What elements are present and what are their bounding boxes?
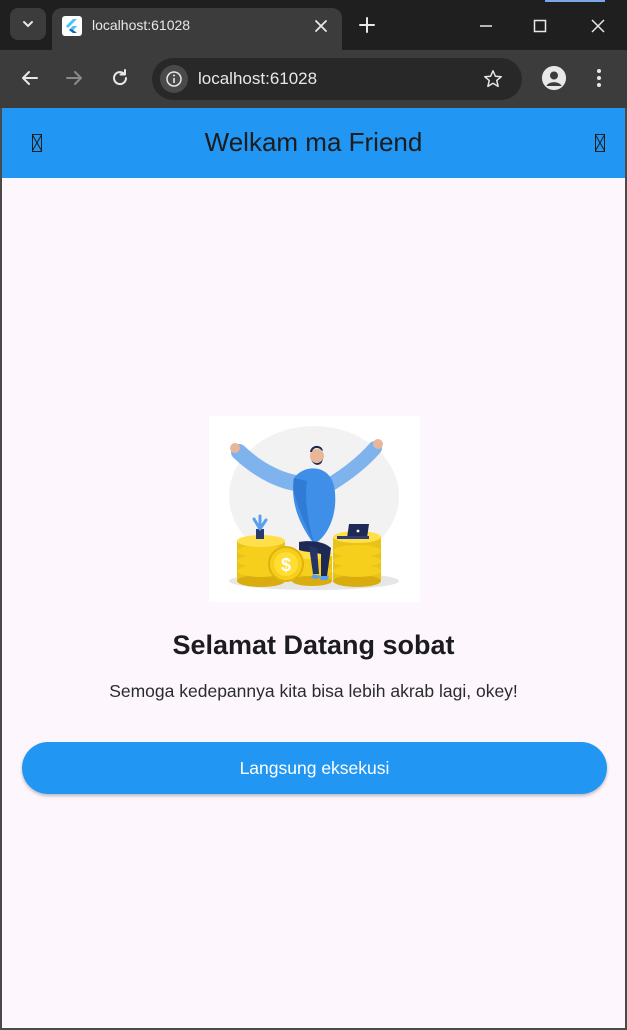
maximize-icon[interactable] (528, 14, 552, 38)
address-bar[interactable]: localhost:61028 (152, 58, 522, 100)
chevron-down-icon (23, 21, 33, 28)
flutter-logo-icon (62, 16, 82, 36)
app-bar-title: Welkam ma Friend (204, 127, 423, 157)
plus-icon[interactable] (356, 14, 378, 36)
browser-window: localhost:61028 localhost:61028 Welkam m… (0, 0, 627, 1030)
star-icon[interactable] (482, 68, 504, 90)
browser-toolbar: localhost:61028 (0, 50, 627, 108)
tab-search-button[interactable] (10, 8, 46, 40)
minimize-icon[interactable] (474, 14, 498, 38)
forward-arrow-icon[interactable] (62, 66, 86, 90)
profile-icon[interactable] (542, 66, 566, 90)
missing-glyph-icon[interactable] (593, 130, 607, 156)
window-accent (545, 0, 605, 2)
welcome-subtitle: Semoga kedepannya kita bisa lebih akrab … (109, 681, 518, 701)
info-icon[interactable] (160, 65, 188, 93)
url-text[interactable]: localhost:61028 (198, 69, 317, 89)
hero-illustration: $ (209, 416, 420, 602)
app-bar: Welkam ma Friend (2, 108, 625, 178)
svg-text:$: $ (281, 555, 291, 575)
kebab-menu-icon[interactable] (590, 66, 608, 90)
tab-strip: localhost:61028 (0, 0, 627, 50)
browser-tab[interactable]: localhost:61028 (52, 8, 342, 50)
reload-icon[interactable] (108, 66, 132, 90)
page-viewport: Welkam ma Friend $ Selamat Datang sobat … (2, 108, 625, 1028)
close-icon[interactable] (586, 14, 610, 38)
welcome-heading: Selamat Datang sobat (172, 630, 455, 660)
tab-title: localhost:61028 (92, 17, 191, 33)
start-button[interactable]: Langsung eksekusi (22, 742, 607, 794)
close-icon[interactable] (312, 17, 330, 35)
back-arrow-icon[interactable] (18, 66, 42, 90)
